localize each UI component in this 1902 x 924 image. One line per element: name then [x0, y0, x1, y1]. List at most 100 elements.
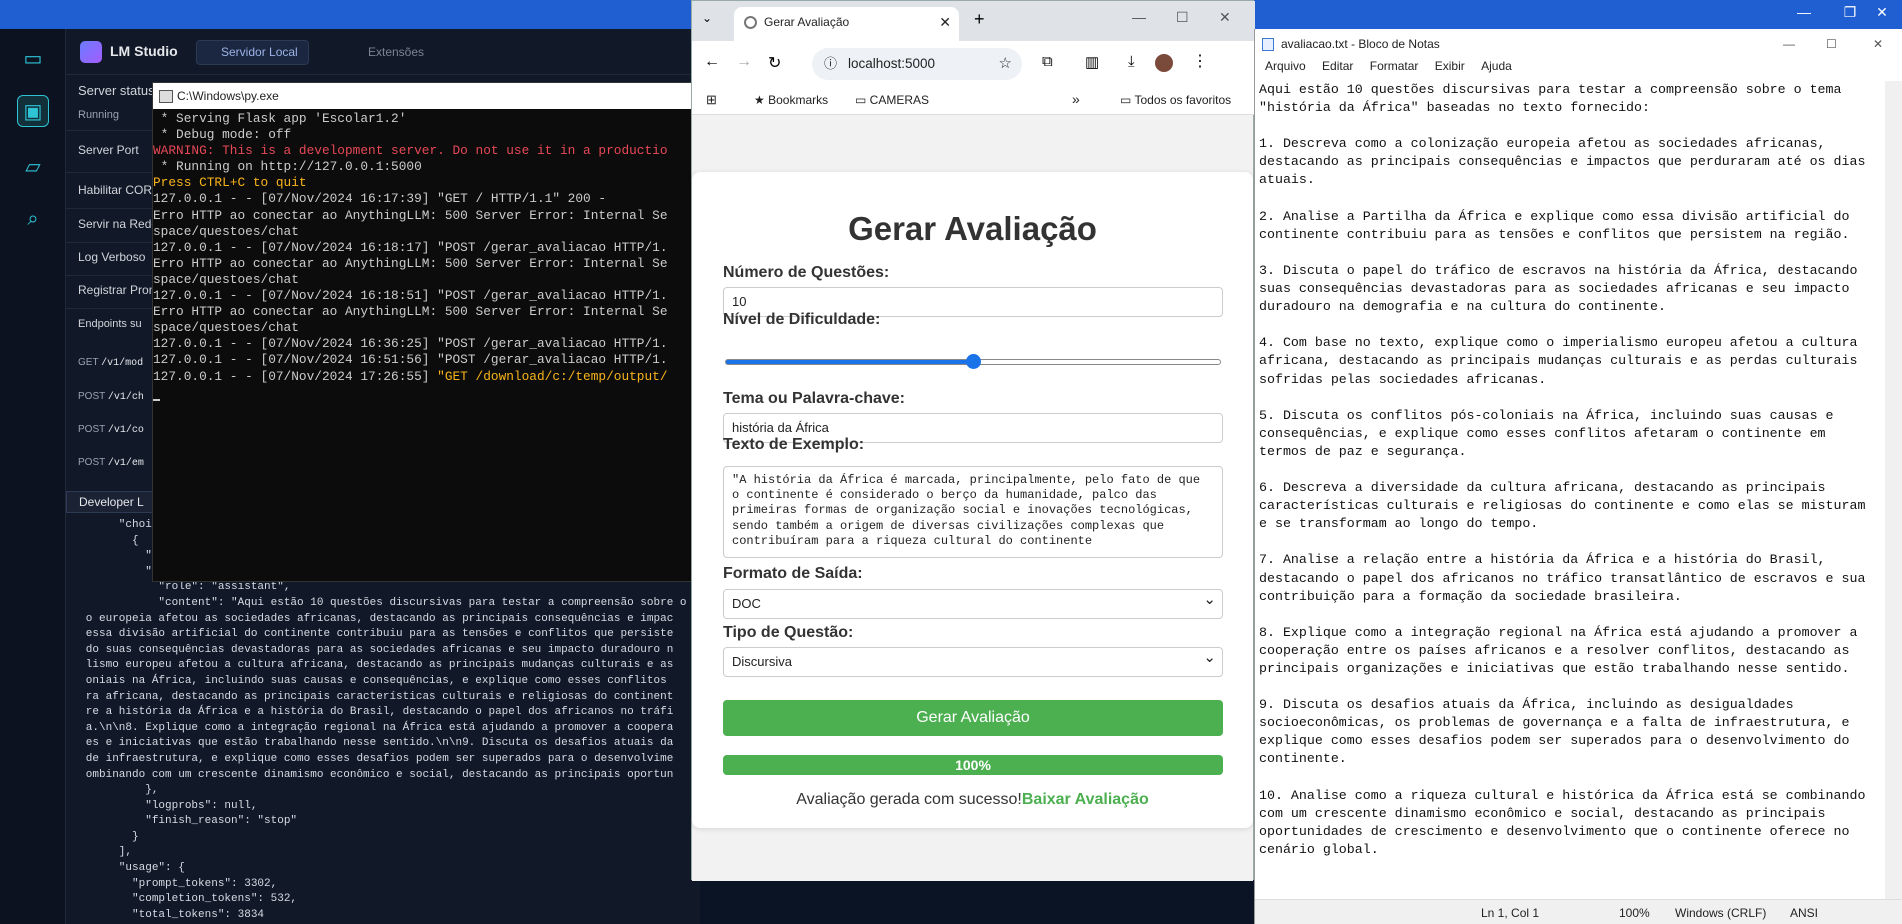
- cursor-position: Ln 1, Col 1: [1481, 906, 1540, 920]
- more-bookmarks-icon[interactable]: »: [1072, 91, 1080, 107]
- tab-search-icon[interactable]: ⌄: [702, 11, 712, 25]
- console-line: 127.0.0.1 - - [07/Nov/2024 16:17:39] "GE…: [153, 191, 607, 207]
- endpoint-row[interactable]: POST /v1/ch: [66, 391, 144, 403]
- reload-icon[interactable]: ↻: [768, 53, 781, 73]
- browser-toolbar: ← → ↻ ⓘ localhost:5000 ☆ ⧉ ▥ ⤓ ⋮: [692, 41, 1255, 87]
- question-type-label: Tipo de Questão:: [723, 624, 854, 641]
- setting-serve-network[interactable]: Servir na Rede: [66, 211, 166, 243]
- notepad-icon: [1262, 38, 1274, 51]
- console-line: 127.0.0.1 - - [07/Nov/2024 17:26:55] "GE…: [153, 368, 668, 384]
- close-icon[interactable]: ✕: [1862, 4, 1902, 21]
- progress-bar: 100%: [723, 755, 1223, 775]
- notepad-window: avaliacao.txt - Bloco de Notas — ☐ ✕ Arq…: [1254, 29, 1902, 924]
- notepad-title: avaliacao.txt - Bloco de Notas — ☐ ✕: [1255, 29, 1902, 59]
- format-select[interactable]: DOC: [723, 586, 1223, 619]
- console-line: space/questoes/chat: [153, 271, 299, 287]
- terminal-icon[interactable]: ▣: [17, 95, 49, 127]
- new-tab-icon[interactable]: +: [974, 9, 985, 30]
- avatar[interactable]: [1155, 54, 1173, 72]
- console-line: space/questoes/chat: [153, 320, 299, 336]
- status-bar: Ln 1, Col 1 100% Windows (CRLF) ANSI: [1255, 899, 1902, 924]
- endpoint-row[interactable]: POST /v1/em: [66, 457, 144, 469]
- minimize-icon[interactable]: —: [1784, 4, 1824, 20]
- console-cursor: [153, 385, 699, 401]
- scrollbar[interactable]: [1885, 81, 1902, 911]
- extensions-icon[interactable]: ⧉: [1042, 53, 1053, 70]
- console-line: Erro HTTP ao conectar ao AnythingLLM: 50…: [153, 207, 668, 223]
- bookmarks-bar: ⊞ ★ Bookmarks ▭ CAMERAS » ▭ Todos os fav…: [692, 87, 1255, 115]
- console-line: space/questoes/chat: [153, 223, 299, 239]
- setting-server-port[interactable]: Server Port: [66, 143, 166, 173]
- all-bookmarks[interactable]: ▭ Todos os favoritos: [1120, 93, 1231, 107]
- slider-thumb[interactable]: [966, 354, 981, 369]
- lmstudio-sidebar: ▭ ▣ ▱ ⌕: [0, 29, 66, 924]
- close-tab-icon[interactable]: ✕: [939, 7, 951, 37]
- notepad-menu: Arquivo Editar Formatar Exibir Ajuda: [1255, 59, 1902, 81]
- example-text-label: Texto de Exemplo:: [723, 436, 865, 453]
- console-title[interactable]: C:\Windows\py.exe: [153, 83, 699, 109]
- console-line: Erro HTTP ao conectar ao AnythingLLM: 50…: [153, 304, 668, 320]
- close-icon[interactable]: ✕: [1219, 9, 1231, 26]
- chat-icon[interactable]: ▭: [17, 43, 49, 75]
- menu-formatar[interactable]: Formatar: [1370, 59, 1419, 73]
- folder-icon[interactable]: ▱: [17, 151, 49, 183]
- console-line: * Debug mode: off: [153, 127, 292, 143]
- difficulty-slider[interactable]: [725, 354, 1221, 369]
- setting-log-prompts[interactable]: Registrar Prom: [66, 277, 166, 309]
- tab-local-server[interactable]: Servidor Local: [196, 40, 309, 65]
- tab-title: Gerar Avaliação: [764, 15, 850, 29]
- console-line: * Serving Flask app 'Escolar1.2': [153, 111, 407, 126]
- minimize-icon[interactable]: —: [1783, 29, 1795, 59]
- console-line: Press CTRL+C to quit: [153, 175, 307, 191]
- browser-window: ⌄ Gerar Avaliação ✕ + — ☐ ✕ ← → ↻ ⓘ loca…: [691, 0, 1255, 881]
- search-icon[interactable]: ⌕: [17, 203, 49, 235]
- status-message: Avaliação gerada com sucesso!Baixar Aval…: [692, 791, 1253, 809]
- globe-icon: [744, 16, 757, 29]
- browser-tab[interactable]: Gerar Avaliação ✕: [734, 7, 959, 41]
- notepad-text-area[interactable]: Aqui estão 10 questões discursivas para …: [1259, 81, 1879, 911]
- download-icon[interactable]: ⤓: [1128, 53, 1135, 70]
- page-content: Gerar Avaliação Número de Questões: 10 N…: [692, 115, 1253, 881]
- back-icon[interactable]: ←: [704, 53, 720, 71]
- developer-logs-tab[interactable]: Developer L: [66, 491, 156, 513]
- server-status-value: Running: [66, 109, 166, 131]
- bookmark-folder[interactable]: ▭ CAMERAS: [855, 93, 929, 107]
- endpoint-row[interactable]: POST /v1/co: [66, 424, 144, 436]
- star-icon[interactable]: ☆: [999, 48, 1012, 80]
- topic-label: Tema ou Palavra-chave:: [723, 390, 906, 407]
- generate-button[interactable]: Gerar Avaliação: [723, 700, 1223, 736]
- console-line: 127.0.0.1 - - [07/Nov/2024 16:18:51] "PO…: [153, 288, 668, 304]
- close-icon[interactable]: ✕: [1873, 29, 1883, 59]
- endpoint-row[interactable]: GET /v1/mod: [66, 357, 143, 369]
- console-line: 127.0.0.1 - - [07/Nov/2024 16:36:25] "PO…: [153, 336, 668, 352]
- menu-editar[interactable]: Editar: [1322, 59, 1353, 73]
- url-text: localhost:5000: [848, 56, 936, 71]
- lmstudio-logo: [80, 41, 102, 63]
- bookmark-item[interactable]: ★ Bookmarks: [754, 93, 828, 107]
- setting-cors[interactable]: Habilitar CORS: [66, 177, 166, 209]
- forward-icon[interactable]: →: [736, 53, 752, 71]
- question-type-select[interactable]: Discursiva: [723, 644, 1223, 677]
- maximize-icon[interactable]: ☐: [1176, 9, 1189, 26]
- line-ending: Windows (CRLF): [1675, 906, 1767, 920]
- num-questions-label: Número de Questões:: [723, 264, 890, 281]
- apps-icon[interactable]: ⊞: [706, 92, 717, 108]
- menu-icon[interactable]: ⋮: [1192, 51, 1208, 71]
- setting-verbose-log[interactable]: Log Verboso: [66, 244, 166, 276]
- zoom-level: 100%: [1619, 906, 1650, 920]
- reading-mode-icon[interactable]: ▥: [1085, 53, 1099, 71]
- maximize-icon[interactable]: ☐: [1826, 29, 1837, 59]
- address-bar[interactable]: ⓘ localhost:5000 ☆: [812, 48, 1022, 80]
- menu-exibir[interactable]: Exibir: [1435, 59, 1465, 73]
- menu-arquivo[interactable]: Arquivo: [1265, 59, 1306, 73]
- menu-ajuda[interactable]: Ajuda: [1481, 59, 1512, 73]
- page-title: Gerar Avaliação: [848, 210, 1097, 247]
- console-window: C:\Windows\py.exe * Serving Flask app 'E…: [152, 82, 700, 582]
- difficulty-label: Nível de Dificuldade:: [723, 311, 881, 328]
- site-info-icon[interactable]: ⓘ: [824, 48, 837, 80]
- app-title: LM Studio: [110, 43, 178, 59]
- example-textarea[interactable]: "A história da África é marcada, princip…: [723, 466, 1223, 558]
- download-link[interactable]: Baixar Avaliação: [1022, 791, 1149, 808]
- minimize-icon[interactable]: —: [1132, 9, 1146, 25]
- tab-extensions[interactable]: Extensões: [346, 40, 434, 65]
